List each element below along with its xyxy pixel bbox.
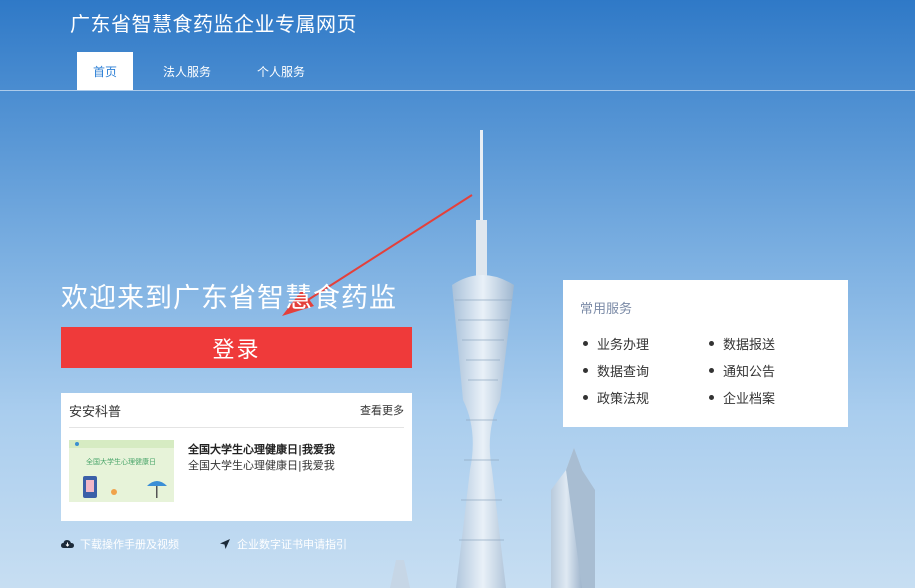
news-thumbnail[interactable]: 全国大学生心理健康日 <box>69 440 174 502</box>
bullet-dot <box>709 341 714 346</box>
bullet-dot <box>583 341 588 346</box>
service-label: 数据报送 <box>723 338 776 353</box>
navigation-arrow-icon <box>220 539 230 549</box>
service-business-handling[interactable]: 业务办理 <box>583 334 649 353</box>
service-label: 数据查询 <box>597 365 650 380</box>
thumbnail-image: 全国大学生心理健康日 <box>69 440 174 502</box>
site-header: 广东省智慧食药监企业专属网页 首页 法人服务 个人服务 <box>0 0 915 91</box>
tab-personal-services[interactable]: 个人服务 <box>241 52 321 90</box>
skyscraper <box>551 448 595 588</box>
news-card: 安安科普 查看更多 全国大学生心理健康日 全国大学生心理健康日|我爱我 全国大学… <box>61 393 412 521</box>
tab-legal-services[interactable]: 法人服务 <box>147 52 227 90</box>
service-policies[interactable]: 政策法规 <box>583 388 649 407</box>
service-label: 企业档案 <box>723 392 776 407</box>
service-data-report[interactable]: 数据报送 <box>709 334 775 353</box>
bullet-dot <box>709 395 714 400</box>
welcome-heading: 欢迎来到广东省智慧食药监 <box>61 283 397 314</box>
service-notices[interactable]: 通知公告 <box>709 361 775 380</box>
tower <box>452 130 514 588</box>
service-data-query[interactable]: 数据查询 <box>583 361 649 380</box>
news-title: 安安科普 <box>69 404 122 420</box>
service-label: 通知公告 <box>723 365 776 380</box>
common-services-card: 常用服务 业务办理 数据报送 数据查询 通知公告 政策法规 企业档案 <box>563 280 848 427</box>
services-title: 常用服务 <box>580 302 633 317</box>
service-enterprise-archive[interactable]: 企业档案 <box>709 388 775 407</box>
site-title: 广东省智慧食药监企业专属网页 <box>70 12 357 36</box>
cloud-download-icon <box>61 540 74 548</box>
news-item-subtitle: 全国大学生心理健康日|我爱我 <box>188 459 335 472</box>
certificate-guide-link[interactable]: 企业数字证书申请指引 <box>219 536 347 552</box>
service-label: 政策法规 <box>597 392 650 407</box>
bullet-dot <box>709 368 714 373</box>
small-building <box>390 560 410 588</box>
bullet-dot <box>583 395 588 400</box>
login-button[interactable]: 登录 <box>61 327 412 368</box>
service-label: 业务办理 <box>597 338 650 353</box>
tab-home[interactable]: 首页 <box>77 52 134 90</box>
more-link[interactable]: 查看更多 <box>360 402 404 418</box>
bullet-dot <box>583 368 588 373</box>
news-item-title[interactable]: 全国大学生心理健康日|我爱我 <box>188 441 335 457</box>
thumbnail-text: 全国大学生心理健康日 <box>86 457 156 466</box>
main-nav: 首页 法人服务 个人服务 <box>77 52 335 90</box>
download-manual-label: 下载操作手册及视频 <box>80 538 179 551</box>
download-manual-link[interactable]: 下载操作手册及视频 <box>61 536 179 552</box>
news-header: 安安科普 查看更多 <box>69 393 404 428</box>
certificate-guide-label: 企业数字证书申请指引 <box>237 538 347 551</box>
